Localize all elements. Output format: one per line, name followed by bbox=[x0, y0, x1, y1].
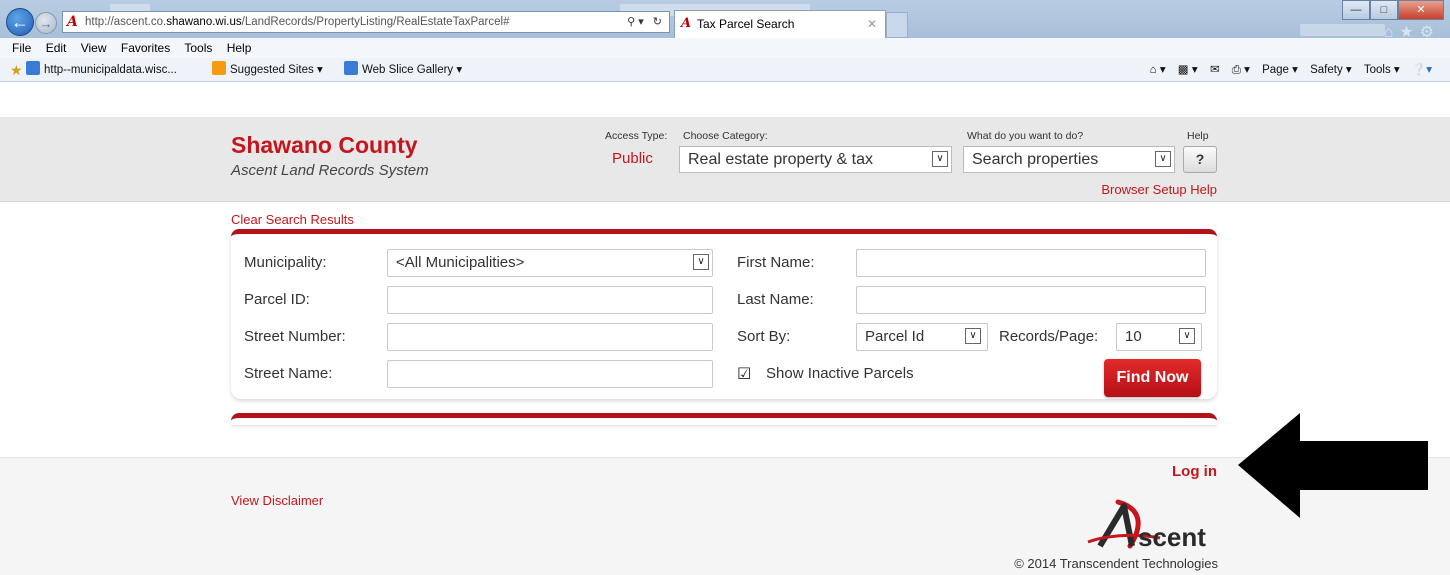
clear-search-results-link[interactable]: Clear Search Results bbox=[231, 212, 354, 227]
command-bar: ⌂ ▾ ▩ ▾ ✉ ⎙ ▾ Page ▾ Safety ▾ Tools ▾ ❔▾ bbox=[1141, 58, 1432, 82]
last-name-input[interactable] bbox=[856, 286, 1206, 314]
ascent-logo: scent bbox=[1080, 498, 1220, 554]
title-bar-faded-text bbox=[1300, 24, 1385, 36]
feeds-icon[interactable]: ▩ ▾ bbox=[1178, 64, 1198, 76]
chevron-down-icon[interactable]: ∨ bbox=[1155, 151, 1171, 167]
street-number-label: Street Number: bbox=[244, 328, 346, 345]
ie-page-icon bbox=[344, 61, 358, 75]
site-favicon-icon: A bbox=[67, 14, 78, 30]
url-host: shawano.wi.us bbox=[166, 16, 242, 28]
safety-menu[interactable]: Safety ▾ bbox=[1310, 64, 1352, 76]
favorite-item-web-slice[interactable]: Web Slice Gallery ▾ bbox=[344, 58, 462, 82]
suggested-sites-icon bbox=[212, 61, 226, 75]
municipality-select-value: <All Municipalities> bbox=[396, 254, 525, 271]
category-select[interactable]: Real estate property & tax ∨ bbox=[679, 146, 952, 173]
print-icon[interactable]: ⎙ ▾ bbox=[1232, 64, 1250, 76]
parcel-id-input[interactable] bbox=[387, 286, 713, 314]
search-refresh-icons[interactable]: ⚲▾ ↻ bbox=[627, 12, 665, 32]
new-tab-button[interactable] bbox=[886, 12, 908, 38]
close-window-button[interactable]: ✕ bbox=[1398, 0, 1444, 20]
address-bar[interactable]: Ahttp://ascent.co.shawano.wi.us/LandReco… bbox=[62, 11, 670, 33]
records-per-page-value: 10 bbox=[1125, 328, 1142, 345]
chevron-down-icon[interactable]: ∨ bbox=[693, 254, 709, 270]
site-subtitle: Ascent Land Records System bbox=[231, 162, 429, 179]
sort-by-label: Sort By: bbox=[737, 328, 791, 345]
municipality-select[interactable]: <All Municipalities> ∨ bbox=[387, 249, 713, 277]
tab-close-icon[interactable]: ✕ bbox=[867, 11, 877, 37]
tab-title: Tax Parcel Search bbox=[697, 17, 795, 31]
login-link[interactable]: Log in bbox=[1161, 463, 1217, 480]
back-button[interactable]: ← bbox=[6, 8, 34, 36]
minimize-button[interactable]: — bbox=[1342, 0, 1370, 20]
site-title: Shawano County bbox=[231, 132, 418, 158]
url-path: /LandRecords/PropertyListing/RealEstateT… bbox=[241, 16, 510, 28]
forward-arrow-icon: → bbox=[39, 15, 53, 31]
forward-button[interactable]: → bbox=[35, 12, 57, 34]
copyright-text: © 2014 Transcendent Technologies bbox=[1014, 556, 1218, 571]
find-now-button[interactable]: Find Now bbox=[1104, 359, 1201, 397]
window-controls: — □ ✕ bbox=[1342, 0, 1444, 20]
menu-help[interactable]: Help bbox=[227, 41, 252, 55]
first-name-label: First Name: bbox=[737, 254, 815, 271]
access-type-value: Public bbox=[612, 150, 653, 167]
menu-tools[interactable]: Tools bbox=[184, 41, 212, 55]
browser-title-bar: ← → Ahttp://ascent.co.shawano.wi.us/Land… bbox=[0, 0, 1450, 41]
records-per-page-label: Records/Page: bbox=[999, 328, 1099, 345]
home-icon[interactable]: ⌂ ▾ bbox=[1150, 64, 1166, 76]
tools-menu[interactable]: Tools ▾ bbox=[1364, 64, 1400, 76]
category-select-value: Real estate property & tax bbox=[688, 151, 873, 168]
menu-file[interactable]: File bbox=[12, 41, 31, 55]
records-per-page-select[interactable]: 10 ∨ bbox=[1116, 323, 1202, 351]
sort-by-select-value: Parcel Id bbox=[865, 328, 925, 345]
street-name-input[interactable] bbox=[387, 360, 713, 388]
back-arrow-icon: ← bbox=[11, 11, 29, 32]
add-favorites-star-icon[interactable]: ★ bbox=[10, 58, 23, 82]
menu-view[interactable]: View bbox=[81, 41, 107, 55]
search-panel: Municipality: <All Municipalities> ∨ Par… bbox=[231, 229, 1217, 399]
site-footer: Log in View Disclaimer scent © 2014 Tran… bbox=[0, 457, 1450, 575]
left-arrow-icon bbox=[1238, 413, 1428, 518]
last-name-label: Last Name: bbox=[737, 291, 814, 308]
svg-text:scent: scent bbox=[1138, 522, 1206, 552]
chevron-down-icon[interactable]: ∨ bbox=[932, 151, 948, 167]
site-favicon-icon: A bbox=[681, 16, 692, 31]
first-name-input[interactable] bbox=[856, 249, 1206, 277]
favorites-bar: ★ http--municipaldata.wisc... Suggested … bbox=[0, 58, 1450, 82]
category-label: Choose Category: bbox=[683, 130, 768, 142]
street-number-input[interactable] bbox=[387, 323, 713, 351]
page-menu[interactable]: Page ▾ bbox=[1262, 64, 1298, 76]
browser-setup-help-link[interactable]: Browser Setup Help bbox=[1101, 182, 1217, 197]
sort-by-select[interactable]: Parcel Id ∨ bbox=[856, 323, 988, 351]
action-select[interactable]: Search properties ∨ bbox=[963, 146, 1175, 173]
help-circle-icon[interactable]: ❔▾ bbox=[1412, 64, 1432, 76]
chevron-down-icon[interactable]: ∨ bbox=[1179, 328, 1195, 344]
street-name-label: Street Name: bbox=[244, 365, 333, 382]
favorite-item-suggested-sites[interactable]: Suggested Sites ▾ bbox=[212, 58, 323, 82]
help-button[interactable]: ? bbox=[1183, 146, 1217, 173]
access-type-label: Access Type: bbox=[605, 130, 668, 142]
results-panel-edge bbox=[231, 413, 1217, 425]
menu-favorites[interactable]: Favorites bbox=[121, 41, 170, 55]
help-label: Help bbox=[1187, 130, 1209, 142]
chevron-down-icon[interactable]: ∨ bbox=[965, 328, 981, 344]
action-select-value: Search properties bbox=[972, 151, 1099, 168]
menu-edit[interactable]: Edit bbox=[46, 41, 67, 55]
browser-tab[interactable]: A Tax Parcel Search ✕ bbox=[674, 10, 886, 38]
view-disclaimer-link[interactable]: View Disclaimer bbox=[231, 493, 323, 508]
ie-page-icon bbox=[26, 61, 40, 75]
site-header: Shawano County Ascent Land Records Syste… bbox=[0, 117, 1450, 202]
ascent-logo-icon: scent bbox=[1087, 499, 1206, 552]
url-prefix: http://ascent.co. bbox=[85, 16, 167, 28]
show-inactive-label: Show Inactive Parcels bbox=[766, 365, 914, 382]
mail-icon[interactable]: ✉ bbox=[1210, 64, 1220, 76]
menu-bar: File Edit View Favorites Tools Help bbox=[0, 38, 1450, 58]
show-inactive-checkbox[interactable]: ☑ bbox=[737, 367, 753, 383]
maximize-button[interactable]: □ bbox=[1370, 0, 1398, 20]
action-label: What do you want to do? bbox=[967, 130, 1084, 142]
parcel-id-label: Parcel ID: bbox=[244, 291, 310, 308]
favorite-item-municipaldata[interactable]: http--municipaldata.wisc... bbox=[26, 58, 177, 82]
municipality-label: Municipality: bbox=[244, 254, 327, 271]
